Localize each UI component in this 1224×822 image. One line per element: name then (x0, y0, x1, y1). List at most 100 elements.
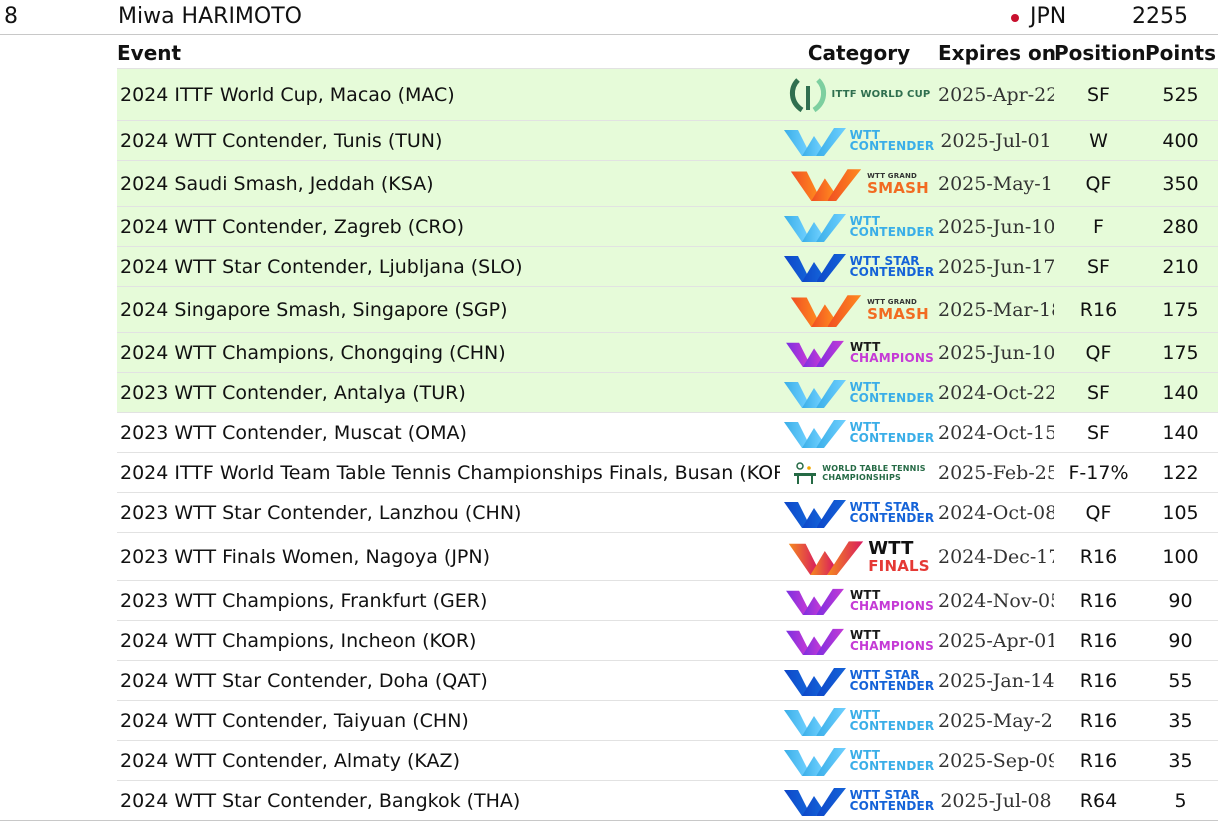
event-name-cell[interactable]: 2023 WTT Star Contender, Lanzhou (CHN) (117, 492, 780, 533)
points-cell: 280 (1143, 206, 1218, 247)
events-table-body: 2024 ITTF World Cup, Macao (MAC) ITTF WO… (117, 68, 1218, 821)
logo-line2: SMASH (867, 304, 929, 323)
table-row: 2024 WTT Star Contender, Doha (QAT) WTT … (117, 660, 1218, 701)
wtt-star-contender-logo-icon: WTT STAR CONTENDER (783, 252, 935, 282)
position-cell: QF (1054, 332, 1143, 373)
points-cell: 35 (1143, 700, 1218, 741)
wtt-champions-logo-icon: WTT CHAMPIONS (784, 627, 934, 655)
expires-cell: 2025-Sep-09 (938, 740, 1054, 781)
logo-line2: SMASH (867, 178, 929, 197)
event-name-cell[interactable]: 2024 WTT Star Contender, Ljubljana (SLO) (117, 246, 780, 287)
wtt-star-contender-logo-icon: WTT STAR CONTENDER (783, 786, 935, 816)
table-row: 2024 WTT Contender, Zagreb (CRO) WTT CONT… (117, 206, 1218, 247)
event-name-cell[interactable]: 2024 WTT Contender, Almaty (KAZ) (117, 740, 780, 781)
table-row: 2023 WTT Contender, Muscat (OMA) WTT CONT… (117, 412, 1218, 453)
event-name-cell[interactable]: 2023 WTT Champions, Frankfurt (GER) (117, 580, 780, 621)
category-cell: WTT STAR CONTENDER (780, 660, 938, 701)
points-cell: 140 (1143, 412, 1218, 453)
player-summary-row: 8 Miwa HARIMOTO JPN 2255 (0, 0, 1218, 35)
event-name-cell[interactable]: 2024 ITTF World Team Table Tennis Champi… (117, 452, 780, 493)
logo-line2: CHAMPIONS (849, 598, 935, 613)
position-cell: W (1054, 120, 1143, 161)
table-row: 2024 WTT Star Contender, Bangkok (THA) W… (117, 780, 1218, 821)
wtt-contender-logo-icon: WTT CONTENDER (783, 126, 935, 156)
expires-cell: 2024-Oct-08 (938, 492, 1054, 533)
header-position: Position (1054, 38, 1146, 69)
expires-cell: 2024-Nov-05 (938, 580, 1054, 621)
event-name-cell[interactable]: 2024 ITTF World Cup, Macao (MAC) (117, 68, 780, 121)
logo-line2: CONTENDER (849, 264, 935, 279)
logo-line2: FINALS (868, 556, 930, 575)
event-name-cell[interactable]: 2023 WTT Contender, Muscat (OMA) (117, 412, 780, 453)
logo-line1: WORLD TABLE TENNIS (822, 463, 926, 473)
expires-cell: 2024-Oct-22 (938, 372, 1054, 413)
wtt-grand-smash-logo-icon: WTT GRAND SMASH (789, 167, 929, 201)
position-cell: R16 (1054, 620, 1143, 661)
table-row: 2024 WTT Champions, Incheon (KOR) WTT CHA… (117, 620, 1218, 661)
wtt-contender-logo-icon: WTT CONTENDER (783, 418, 935, 448)
points-cell: 175 (1143, 286, 1218, 333)
event-name-cell[interactable]: 2024 Saudi Smash, Jeddah (KSA) (117, 160, 780, 207)
event-name-cell[interactable]: 2024 WTT Contender, Taiyuan (CHN) (117, 700, 780, 741)
event-name-cell[interactable]: 2024 WTT Champions, Chongqing (CHN) (117, 332, 780, 373)
table-row: 2024 Singapore Smash, Singapore (SGP) WT… (117, 286, 1218, 333)
table-row: 2024 WTT Contender, Tunis (TUN) WTT CONTE… (117, 120, 1218, 161)
table-row: 2024 WTT Contender, Taiyuan (CHN) WTT CON… (117, 700, 1218, 741)
table-row: 2024 Saudi Smash, Jeddah (KSA) WTT GRAND… (117, 160, 1218, 207)
player-name[interactable]: Miwa HARIMOTO (118, 4, 302, 29)
ranking-events-table: Event Category Expires on Position Point… (117, 38, 1218, 821)
table-row: 2023 WTT Contender, Antalya (TUR) WTT CON… (117, 372, 1218, 413)
position-cell: R16 (1054, 700, 1143, 741)
expires-cell: 2025-May-13 (938, 160, 1054, 207)
category-cell: WTT CONTENDER (780, 206, 938, 247)
category-cell: WTT GRAND SMASH (780, 160, 938, 207)
event-name-cell[interactable]: 2024 WTT Champions, Incheon (KOR) (117, 620, 780, 661)
japan-flag-icon (1011, 14, 1019, 22)
event-name-cell[interactable]: 2024 Singapore Smash, Singapore (SGP) (117, 286, 780, 333)
expires-cell: 2025-Jun-17 (938, 246, 1054, 287)
position-cell: SF (1054, 68, 1143, 121)
event-name-cell[interactable]: 2024 WTT Star Contender, Doha (QAT) (117, 660, 780, 701)
wtt-contender-logo-icon: WTT CONTENDER (783, 378, 935, 408)
player-country: JPN (1030, 4, 1067, 29)
position-cell: SF (1054, 372, 1143, 413)
category-cell: WTT CHAMPIONS (780, 580, 938, 621)
table-row: 2024 WTT Champions, Chongqing (CHN) WTT C… (117, 332, 1218, 373)
table-row: 2023 WTT Star Contender, Lanzhou (CHN) W… (117, 492, 1218, 533)
event-name-cell[interactable]: 2024 WTT Contender, Tunis (TUN) (117, 120, 780, 161)
category-cell: ITTF WORLD CUP (780, 68, 938, 121)
world-table-tennis-championships-logo-icon: WORLD TABLE TENNIS CHAMPIONSHIPS (792, 461, 926, 485)
header-event: Event (117, 38, 780, 69)
category-cell: WTT CONTENDER (780, 700, 938, 741)
category-cell: WTT CHAMPIONS (780, 620, 938, 661)
expires-cell: 2025-Apr-01 (938, 620, 1054, 661)
wtt-champions-logo-icon: WTT CHAMPIONS (784, 339, 934, 367)
table-row: 2024 WTT Star Contender, Ljubljana (SLO)… (117, 246, 1218, 287)
category-cell: WTT FINALS (780, 532, 938, 581)
points-cell: 140 (1143, 372, 1218, 413)
points-cell: 100 (1143, 532, 1218, 581)
event-name-cell[interactable]: 2023 WTT Contender, Antalya (TUR) (117, 372, 780, 413)
points-cell: 55 (1143, 660, 1218, 701)
position-cell: SF (1054, 412, 1143, 453)
category-cell: WTT CHAMPIONS (780, 332, 938, 373)
logo-line2: CHAMPIONS (849, 638, 935, 653)
position-cell: R64 (1054, 780, 1143, 821)
logo-line2: CONTENDER (849, 224, 935, 239)
expires-cell: 2025-Jun-10 (938, 332, 1054, 373)
position-cell: R16 (1054, 286, 1143, 333)
position-cell: R16 (1054, 532, 1143, 581)
logo-line2: CONTENDER (849, 430, 935, 445)
event-name-cell[interactable]: 2023 WTT Finals Women, Nagoya (JPN) (117, 532, 780, 581)
header-category: Category (780, 38, 938, 69)
event-name-cell[interactable]: 2024 WTT Contender, Zagreb (CRO) (117, 206, 780, 247)
ittf-world-cup-logo-icon: ITTF WORLD CUP (788, 76, 931, 114)
position-cell: R16 (1054, 740, 1143, 781)
table-row: 2024 ITTF World Team Table Tennis Champi… (117, 452, 1218, 493)
expires-cell: 2025-Apr-22 (938, 68, 1054, 121)
logo-line2: CHAMPIONSHIPS (822, 472, 901, 482)
header-expires: Expires on (938, 38, 1056, 69)
logo-line2: CONTENDER (849, 138, 935, 153)
event-name-cell[interactable]: 2024 WTT Star Contender, Bangkok (THA) (117, 780, 780, 821)
points-cell: 105 (1143, 492, 1218, 533)
